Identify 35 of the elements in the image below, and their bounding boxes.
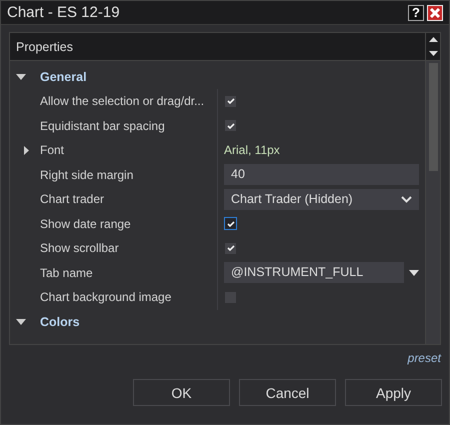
font-value: Arial, 11px	[224, 143, 280, 158]
close-button[interactable]	[427, 4, 443, 20]
expand-triangle-icon[interactable]	[24, 146, 29, 155]
scrollbar-thumb[interactable]	[428, 63, 438, 171]
property-label: Chart trader	[40, 192, 104, 206]
checkbox[interactable]	[225, 120, 236, 132]
collapse-triangle-icon[interactable]	[16, 318, 26, 324]
combo-field[interactable]: @INSTRUMENT_FULL	[224, 262, 404, 284]
checkbox[interactable]	[225, 242, 236, 254]
help-button[interactable]: ?	[408, 4, 424, 20]
dialog-button[interactable]: Cancel	[239, 379, 336, 406]
preset-label[interactable]: preset	[408, 351, 441, 365]
collapse-triangle-icon[interactable]	[16, 74, 26, 80]
checkbox[interactable]	[225, 96, 236, 107]
property-label: Chart background image	[40, 290, 172, 304]
property-label: Equidistant bar spacing	[40, 118, 165, 133]
panel-title: Properties	[15, 40, 74, 54]
category-heading: General	[40, 70, 87, 84]
input-field[interactable]: 40	[224, 164, 419, 186]
dialog-button[interactable]: Apply	[345, 379, 442, 406]
property-label: Allow the selection or drag/dr...	[40, 94, 204, 108]
property-label: Tab name	[40, 266, 93, 280]
category-heading: Colors	[40, 314, 80, 328]
scroll-down-icon[interactable]	[428, 50, 438, 56]
scroll-up-icon[interactable]	[428, 37, 438, 42]
window-title: Chart - ES 12-19	[7, 4, 121, 21]
property-label: Font	[40, 143, 64, 158]
property-label: Right side margin	[40, 168, 134, 182]
chevron-down-icon	[401, 196, 412, 203]
property-label: Show date range	[40, 216, 131, 231]
dropdown[interactable]: Chart Trader (Hidden)	[224, 188, 419, 210]
dialog-button[interactable]: OK	[133, 379, 230, 406]
property-label: Show scrollbar	[40, 241, 119, 256]
caret-down-icon[interactable]	[409, 270, 419, 276]
close-icon	[429, 6, 441, 18]
